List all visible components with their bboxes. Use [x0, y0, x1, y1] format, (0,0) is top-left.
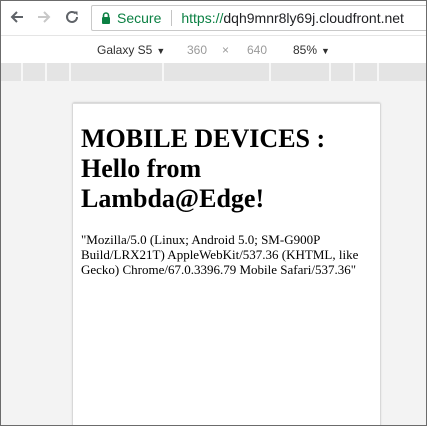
address-separator [171, 10, 173, 26]
url-scheme: https:// [181, 10, 224, 26]
caret-down-icon: ▼ [321, 46, 330, 56]
reload-button[interactable] [62, 7, 82, 27]
arrow-left-icon [10, 11, 23, 23]
back-button[interactable] [7, 7, 27, 27]
arrow-right-icon [38, 11, 51, 23]
device-name: Galaxy S5 [97, 43, 153, 57]
device-select[interactable]: Galaxy S5 ▼ [97, 43, 165, 57]
viewport-height[interactable]: 640 [247, 43, 267, 57]
browser-toolbar: Secure https://dqh9mnr8ly69j.cloudfront.… [1, 1, 426, 35]
url-host: dqh9mnr8ly69j.cloudfront.net [223, 10, 404, 26]
dimension-separator: × [222, 43, 230, 57]
zoom-value: 85% [293, 43, 318, 57]
lock-icon [101, 12, 111, 24]
address-bar[interactable]: Secure https://dqh9mnr8ly69j.cloudfront.… [91, 5, 426, 31]
user-agent-text: "Mozilla/5.0 (Linux; Android 5.0; SM-G90… [81, 232, 359, 277]
reload-icon [66, 10, 78, 23]
caret-down-icon: ▼ [156, 46, 166, 56]
zoom-select[interactable]: 85% ▼ [293, 43, 330, 57]
secure-label: Secure [117, 10, 162, 26]
device-toolbar: Galaxy S5 ▼ 360 × 640 85% ▼ [1, 35, 426, 63]
browser-window: Secure https://dqh9mnr8ly69j.cloudfront.… [0, 0, 427, 426]
url-text: https://dqh9mnr8ly69j.cloudfront.net [181, 10, 404, 26]
media-query-ruler[interactable] [1, 63, 426, 81]
viewport-width[interactable]: 360 [187, 43, 207, 57]
emulated-device-screen: MOBILE DEVICES : Hello from Lambda@Edge!… [73, 103, 380, 425]
page-heading: MOBILE DEVICES : Hello from Lambda@Edge! [81, 124, 326, 213]
forward-button[interactable] [34, 7, 54, 27]
